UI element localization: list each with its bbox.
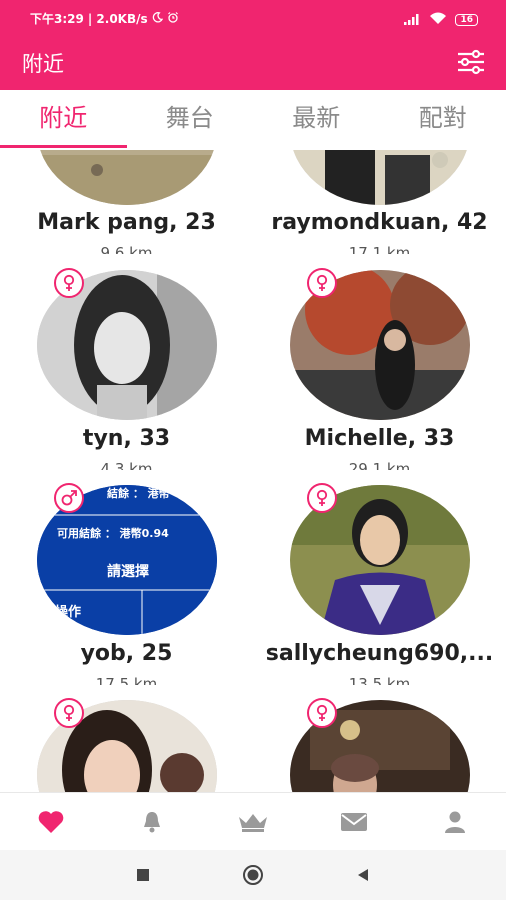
back-button[interactable] [348, 860, 378, 890]
tab-nearby[interactable]: 附近 [0, 90, 127, 150]
profile-distance: 29.1 km [348, 460, 411, 470]
crown-icon [239, 813, 267, 832]
avatar [37, 150, 217, 205]
nav-nearby-button[interactable] [0, 793, 101, 850]
page-title: 附近 [22, 52, 64, 76]
male-icon [54, 483, 84, 513]
nav-vip-button[interactable] [202, 793, 303, 850]
profile-card[interactable]: raymondkuan, 42 17.1 km [253, 150, 506, 260]
profile-distance: 17.1 km [348, 244, 411, 254]
square-icon [137, 869, 149, 881]
photo-text: 可用結餘 ： 港幣0.94 [57, 527, 169, 540]
profile-card[interactable] [0, 698, 253, 792]
photo-text: 續操作 [42, 605, 82, 620]
bell-icon [143, 811, 160, 832]
status-bar: 下午3:29 | 2.0KB/s 16 [0, 0, 506, 36]
profile-distance: 13.5 km [348, 675, 411, 685]
profile-distance: 4.3 km [100, 460, 153, 470]
profile-card[interactable] [253, 698, 506, 792]
sliders-icon [458, 49, 484, 75]
profile-name: yob, 25 [80, 641, 173, 666]
home-button[interactable] [238, 860, 268, 890]
profile-card[interactable]: Mark pang, 23 9.6 km [0, 150, 253, 260]
profile-distance: 9.6 km [100, 244, 153, 254]
photo-text: 結餘 ： 港幣 [107, 487, 170, 500]
alarm-icon [167, 11, 179, 26]
nav-profile-button[interactable] [405, 793, 506, 850]
app-bar: 附近 [0, 36, 506, 90]
profile-card[interactable]: tyn, 33 4.3 km [0, 268, 253, 483]
profile-name: sallycheung690,... [265, 641, 494, 666]
nav-messages-button[interactable] [304, 793, 405, 850]
female-icon [307, 268, 337, 298]
tab-match[interactable]: 配對 [380, 90, 506, 150]
female-icon [54, 698, 84, 728]
profile-card[interactable]: 結餘 ： 港幣 可用結餘 ： 港幣0.94 請選擇 續操作 yob, 25 17… [0, 483, 253, 698]
bottom-nav [0, 792, 506, 850]
recents-button[interactable] [128, 860, 158, 890]
profile-card[interactable]: sallycheung690,... 13.5 km [253, 483, 506, 698]
status-speed: | 2.0KB/s [87, 11, 148, 26]
signal-icon [403, 10, 421, 29]
status-right: 16 [403, 10, 478, 29]
battery-icon: 16 [455, 13, 478, 26]
tab-bar: 附近 舞台 最新 配對 [0, 90, 506, 150]
tab-newest[interactable]: 最新 [253, 90, 380, 150]
profile-name: Mark pang, 23 [37, 210, 216, 235]
profile-grid: Mark pang, 23 9.6 km raymondkuan, 42 17.… [0, 150, 506, 792]
triangle-back-icon [358, 869, 368, 881]
profile-distance: 17.5 km [95, 675, 158, 685]
mail-icon [341, 812, 368, 831]
tab-stage[interactable]: 舞台 [127, 90, 254, 150]
profile-name: raymondkuan, 42 [271, 210, 488, 235]
avatar [290, 150, 470, 205]
person-icon [445, 811, 466, 833]
profile-card[interactable]: Michelle, 33 29.1 km [253, 268, 506, 483]
photo-text: 請選擇 [107, 564, 149, 580]
moon-icon [152, 11, 163, 26]
filter-button[interactable] [456, 49, 486, 75]
female-icon [54, 268, 84, 298]
status-time: 下午3:29 [30, 12, 84, 26]
heart-icon [38, 810, 63, 833]
profile-name: Michelle, 33 [304, 426, 455, 451]
nav-notifications-button[interactable] [101, 793, 202, 850]
female-icon [307, 483, 337, 513]
circle-icon [243, 865, 263, 885]
system-nav-bar [0, 850, 506, 900]
female-icon [307, 698, 337, 728]
profile-name: tyn, 33 [82, 426, 171, 451]
status-left: 下午3:29 | 2.0KB/s [30, 10, 179, 27]
wifi-icon [429, 10, 447, 29]
